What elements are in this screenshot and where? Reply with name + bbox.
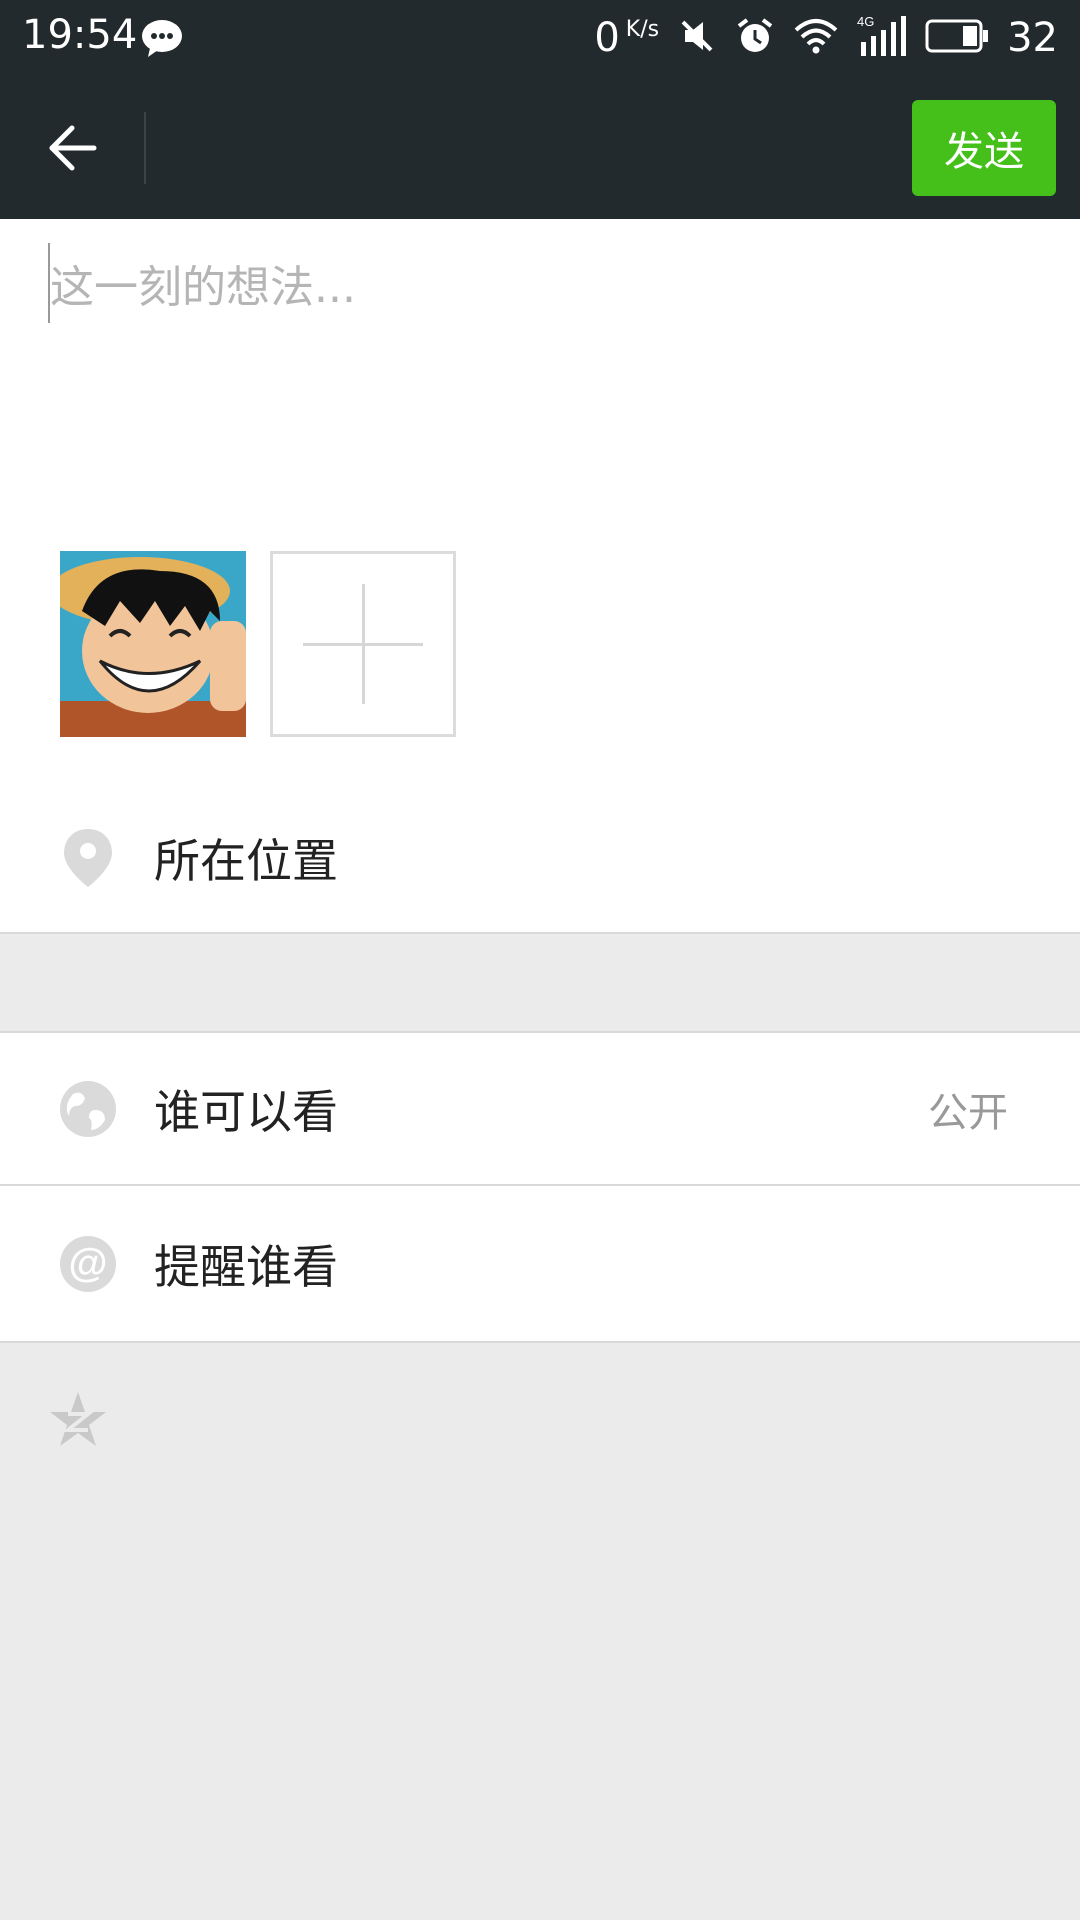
remind-row[interactable]: @ 提醒谁看	[0, 1186, 1080, 1343]
alarm-icon	[735, 16, 775, 60]
back-arrow-icon	[49, 125, 97, 171]
svg-text:4G: 4G	[857, 14, 874, 29]
battery-icon	[925, 19, 989, 57]
wifi-icon	[793, 16, 839, 60]
at-sign-icon: @	[58, 1234, 118, 1294]
location-label: 所在位置	[154, 834, 338, 888]
selected-photo-thumbnail[interactable]	[60, 551, 246, 737]
send-button[interactable]: 发送	[912, 100, 1056, 196]
signal-4g-icon: 4G	[857, 14, 907, 62]
net-speed-unit: K/s	[625, 17, 660, 42]
add-photo-button[interactable]	[270, 551, 456, 737]
app-bar-divider	[144, 112, 146, 184]
status-bar: 19:54 0 K/s 4G 32	[0, 0, 1080, 76]
visibility-value: 公开	[928, 1089, 1008, 1136]
location-row[interactable]: 所在位置	[0, 784, 1080, 934]
post-text-input[interactable]: 这一刻的想法...	[48, 243, 1038, 323]
battery-percent: 32	[1007, 15, 1058, 61]
post-text-placeholder: 这一刻的想法...	[50, 262, 356, 313]
net-speed-value: 0	[594, 15, 620, 61]
globe-icon	[58, 1079, 118, 1139]
remind-label: 提醒谁看	[154, 1239, 338, 1294]
avatar-image	[60, 551, 246, 737]
location-pin-icon	[58, 828, 118, 888]
visibility-label: 谁可以看	[154, 1084, 338, 1139]
app-bar: 发送	[0, 76, 1080, 219]
svg-text:@: @	[68, 1241, 107, 1285]
net-speed: 0 K/s	[594, 15, 659, 61]
visibility-row[interactable]: 谁可以看 公开	[0, 1031, 1080, 1186]
back-button[interactable]	[40, 116, 104, 180]
wechat-icon	[140, 18, 184, 62]
mute-icon	[677, 16, 717, 60]
qzone-star-icon[interactable]	[48, 1390, 108, 1450]
status-time: 19:54	[22, 12, 138, 58]
